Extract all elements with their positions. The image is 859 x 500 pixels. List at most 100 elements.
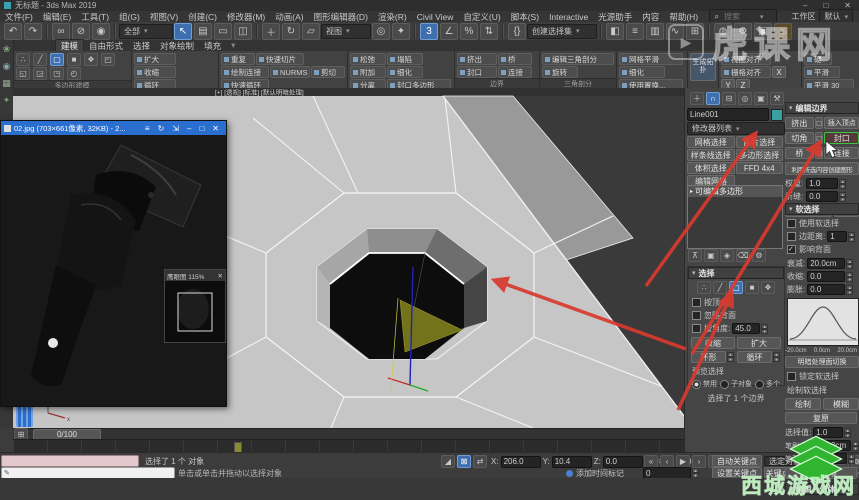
menu-file[interactable]: 文件(F) xyxy=(0,11,38,23)
material-editor-icon[interactable]: ◍ xyxy=(714,22,732,40)
pivot-center-icon[interactable]: ◎ xyxy=(372,22,390,40)
lock-soft-selection-checkbox[interactable] xyxy=(787,372,796,381)
tab-populate[interactable]: 填充 xyxy=(199,40,226,52)
connect-border-button[interactable]: 连接 xyxy=(824,147,859,159)
layer-explorer-icon[interactable]: ◉ xyxy=(3,61,11,72)
nurms-button[interactable]: NURMS xyxy=(270,66,310,78)
poly-tool-icon[interactable]: ◱ xyxy=(16,67,30,80)
edge-distance-field[interactable]: 1 xyxy=(827,231,848,242)
track-bar[interactable] xyxy=(13,439,684,453)
rotate-icon[interactable]: ↻ xyxy=(282,22,300,40)
align-x-button[interactable]: X xyxy=(772,66,786,78)
viewer-close-icon[interactable]: ✕ xyxy=(212,124,219,133)
menu-plugin[interactable]: 光源助手 xyxy=(593,11,637,23)
ignore-backfacing-checkbox[interactable] xyxy=(692,311,701,320)
utilities-tab-icon[interactable]: ⚒ xyxy=(770,92,784,105)
edit-geometry-header[interactable]: 编辑几何体 xyxy=(785,483,859,495)
vol-select-button[interactable]: 体积选择 xyxy=(687,162,735,174)
grid-align-button[interactable]: 栅格对齐 xyxy=(721,66,771,78)
affect-backfacing-checkbox[interactable] xyxy=(787,245,796,254)
crease-field[interactable]: 0.0 xyxy=(806,191,839,202)
tessellate-button[interactable]: 细化 xyxy=(387,66,423,78)
bubble-field[interactable]: 0.0 xyxy=(807,284,846,295)
edit-named-sets-icon[interactable]: {} xyxy=(508,22,526,40)
image-viewer-titlebar[interactable]: 02.jpg (703×661像素, 32KB) - 2... ≡ ↻ ⇲ – … xyxy=(1,121,226,135)
modifier-stack[interactable]: ▸ 可编辑多边形 xyxy=(687,185,783,249)
select-by-name-icon[interactable]: ▤ xyxy=(194,22,212,40)
z-coordinate-field[interactable]: 0.0 xyxy=(602,455,643,468)
soft-selection-header[interactable]: 软选择 xyxy=(785,203,859,215)
cap-button[interactable]: 封口 xyxy=(457,66,497,78)
paint-button[interactable]: 绘制 xyxy=(785,398,821,410)
viewport-layout-icon[interactable]: ▦ xyxy=(2,78,11,89)
menu-tools[interactable]: 工具(T) xyxy=(76,11,114,23)
viewer-rotate-icon[interactable]: ↻ xyxy=(158,124,165,133)
display-tab-icon[interactable]: ▣ xyxy=(754,92,768,105)
modifier-list-dropdown[interactable]: 修改器列表 xyxy=(687,122,785,135)
x-coordinate-field[interactable]: 206.0 xyxy=(500,455,541,468)
select-object-icon[interactable]: ↖ xyxy=(174,22,192,40)
smooth-edge-button[interactable]: 平滑 xyxy=(804,66,840,78)
edit-borders-header[interactable]: 编辑边界 xyxy=(785,102,859,114)
tab-selection[interactable]: 选择 xyxy=(128,40,155,52)
mesh-select-button[interactable]: 网格选择 xyxy=(687,136,735,148)
viewer-maximize-icon[interactable]: □ xyxy=(199,124,204,133)
repeat-button[interactable]: 重复 xyxy=(221,53,255,65)
grow-button[interactable]: 扩大 xyxy=(134,53,176,65)
extrude-button[interactable]: 挤出 xyxy=(457,53,497,65)
poly-tool-icon[interactable]: ◰ xyxy=(101,53,115,66)
stack-item-editable-poly[interactable]: ▸ 可编辑多边形 xyxy=(688,186,782,197)
y-coordinate-field[interactable]: 10.4 xyxy=(551,455,592,468)
ribbon-group-label[interactable]: 三角剖分 xyxy=(540,78,616,88)
bridge-button[interactable]: 桥 xyxy=(498,53,532,65)
render-icon[interactable]: ♨ xyxy=(774,22,792,40)
viewer-menu-icon[interactable]: ≡ xyxy=(145,124,150,133)
rendered-frame-icon[interactable]: ▣ xyxy=(754,22,772,40)
menu-customize[interactable]: 自定义(U) xyxy=(458,11,505,23)
view-align-button[interactable]: 视图对齐 xyxy=(721,53,771,65)
extrude-border-button[interactable]: 挤出 xyxy=(785,117,814,129)
auto-key-button[interactable]: 自动关键点 xyxy=(712,455,762,467)
insert-vertex-button[interactable]: 插入顶点 xyxy=(824,117,859,129)
poly-select-button[interactable]: 多边形选择 xyxy=(735,149,783,161)
create-shape-button[interactable]: 利用所选内容创建图形 xyxy=(785,162,859,175)
collapse-button[interactable]: 塌陷 xyxy=(387,53,423,65)
mirror-icon[interactable]: ◧ xyxy=(606,22,624,40)
snaps-toggle-icon[interactable]: 3 xyxy=(420,22,438,40)
selection-lock-icon[interactable]: ⊠ xyxy=(457,455,471,468)
menu-content[interactable]: 内容 xyxy=(637,11,664,23)
curve-editor-icon[interactable]: ∿ xyxy=(666,22,684,40)
border-subobject-icon[interactable]: ▢ xyxy=(729,281,743,294)
bind-spacewarp-icon[interactable]: ◉ xyxy=(92,22,110,40)
menu-civil-view[interactable]: Civil View xyxy=(412,12,459,22)
attach-button[interactable]: 附加 xyxy=(350,66,386,78)
grow-selection-button[interactable]: 扩大 xyxy=(737,337,781,349)
menu-help[interactable]: 帮助(H) xyxy=(664,11,703,23)
viewer-fullscreen-icon[interactable]: ⇲ xyxy=(172,124,179,133)
align-icon[interactable]: ≡ xyxy=(626,22,644,40)
blur-button[interactable]: 模糊 xyxy=(823,398,859,410)
object-name-field[interactable]: Line001 xyxy=(687,108,770,121)
scene-explorer-icon[interactable]: ❀ xyxy=(3,44,11,55)
bridge-border-button[interactable]: 桥 xyxy=(785,147,814,159)
shrink-selection-button[interactable]: 收缩 xyxy=(691,337,735,349)
create-tab-icon[interactable]: ＋ xyxy=(690,92,704,105)
select-manipulate-icon[interactable]: ✦ xyxy=(392,22,410,40)
cut-button[interactable]: 剪切 xyxy=(311,66,345,78)
bridge-settings-icon[interactable]: □ xyxy=(814,147,824,159)
brush-size-field[interactable]: 20.0cm xyxy=(816,440,851,451)
patch-select-button[interactable]: 面片选择 xyxy=(735,136,783,148)
tab-freeform[interactable]: 自由形式 xyxy=(84,40,128,52)
generate-topology-button[interactable]: 生成拓扑 xyxy=(690,53,716,81)
selection-value-field[interactable]: 1.0 xyxy=(813,427,844,438)
subobject-element-icon[interactable]: ❖ xyxy=(84,53,98,66)
angle-snap-icon[interactable]: ∠ xyxy=(440,22,458,40)
preview-subobj-radio[interactable] xyxy=(720,379,729,389)
ffd-select-button[interactable]: FFD 4x4 xyxy=(735,162,783,174)
hard-edge-button[interactable]: 硬 xyxy=(804,53,832,65)
shrink-button[interactable]: 收缩 xyxy=(134,66,176,78)
isolate-toggle-icon[interactable]: ◢ xyxy=(441,455,455,468)
spline-select-button[interactable]: 样条线选择 xyxy=(687,149,735,161)
by-angle-checkbox[interactable] xyxy=(692,324,701,333)
connect-button[interactable]: 连接 xyxy=(498,66,532,78)
